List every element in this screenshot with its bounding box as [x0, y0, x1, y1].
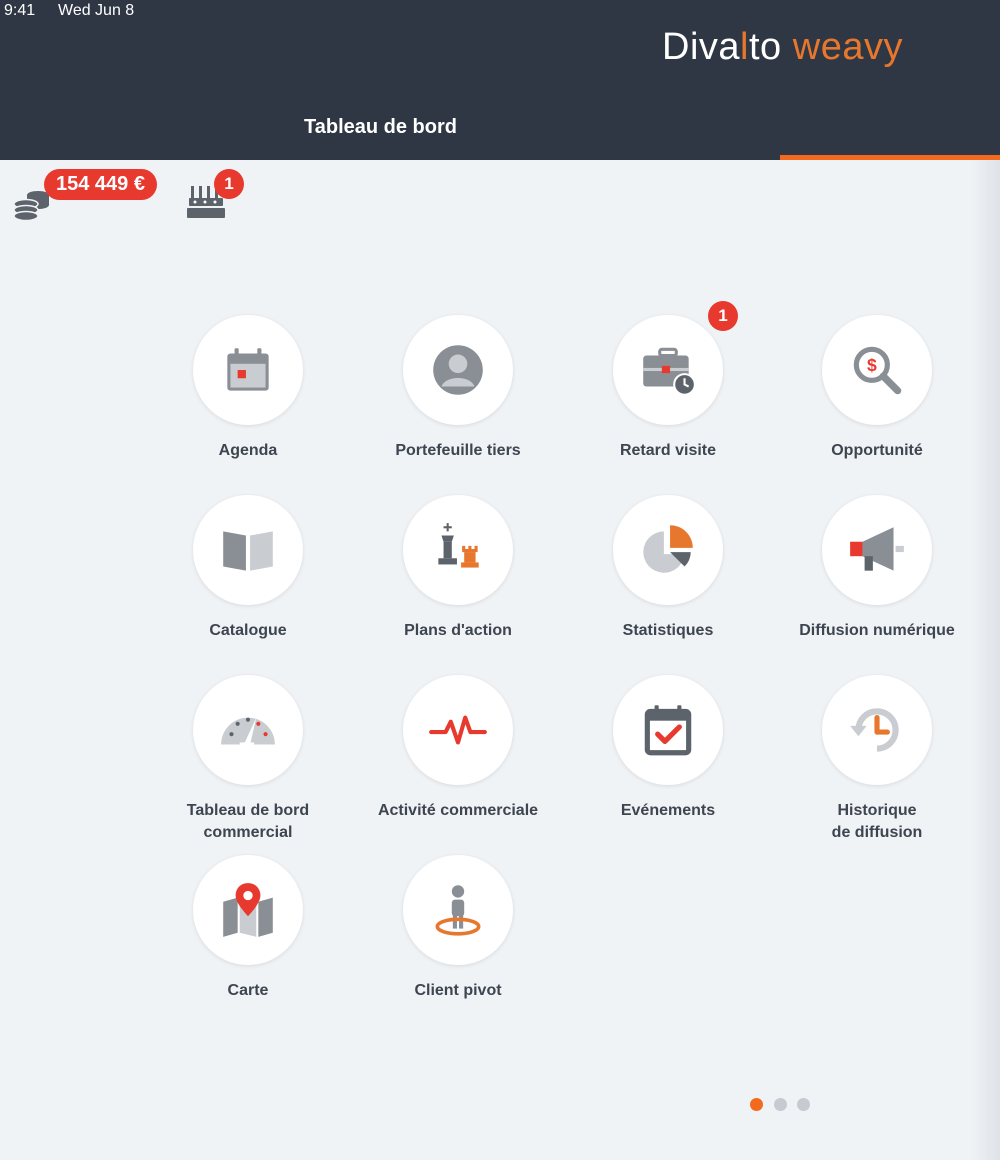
tile-label: Evénements — [620, 802, 716, 819]
tile-tableau-bord-commercial[interactable]: Tableau de bord commercial — [148, 675, 348, 845]
tile-label: Opportunité — [831, 442, 923, 459]
tile-label: Historique de diffusion — [831, 802, 923, 841]
page-dot-active[interactable] — [750, 1098, 763, 1111]
tile-client-pivot[interactable]: Client pivot — [358, 855, 558, 1025]
user-icon — [433, 345, 483, 395]
app-header: 9:41 Wed Jun 8 Divalto weavy Tableau de … — [0, 0, 1000, 160]
tile-retard-visite[interactable]: Retard visite — [568, 315, 768, 485]
retard-visite-badge: 1 — [708, 301, 738, 331]
tile-agenda[interactable]: Agenda — [148, 315, 348, 485]
map-pin-icon — [223, 883, 273, 937]
tile-diffusion-numerique[interactable]: Diffusion numérique — [777, 495, 977, 665]
tile-label: Carte — [227, 982, 269, 999]
megaphone-icon — [850, 527, 904, 571]
briefcase-clock-icon — [643, 347, 696, 396]
page-indicator[interactable] — [750, 1098, 820, 1112]
tile-plans-action[interactable]: Plans d'action — [358, 495, 558, 665]
svg-text:$: $ — [867, 355, 877, 375]
brand-logo: Divalto weavy — [662, 26, 903, 68]
tile-statistiques[interactable]: Statistiques — [568, 495, 768, 665]
page-dot[interactable] — [774, 1098, 787, 1111]
tile-label: Client pivot — [414, 982, 502, 999]
tile-opportunite[interactable]: $ Opportunité — [777, 315, 977, 485]
calendar-check-icon — [644, 705, 692, 756]
history-icon — [850, 708, 899, 752]
book-icon — [223, 531, 273, 571]
pie-chart-icon — [643, 525, 693, 573]
status-time: 9:41 — [4, 2, 36, 19]
pulse-icon — [429, 715, 487, 745]
calendar-icon — [227, 348, 269, 391]
person-pivot-icon — [435, 885, 481, 936]
tile-label: Portefeuille tiers — [395, 442, 521, 459]
tab-active-indicator — [780, 155, 1000, 160]
chess-icon — [438, 523, 479, 568]
birthday-badge[interactable]: 1 — [214, 169, 244, 199]
tile-catalogue[interactable]: Catalogue — [148, 495, 348, 665]
tile-carte[interactable]: Carte — [148, 855, 348, 1025]
dollar-search-icon: $ — [853, 346, 902, 395]
tile-label: Plans d'action — [404, 622, 512, 639]
tile-historique-diffusion[interactable]: Historique de diffusion — [777, 675, 977, 845]
revenue-badge[interactable]: 154 449 € — [44, 169, 157, 200]
tile-label: Statistiques — [622, 622, 714, 639]
tile-label: Agenda — [218, 442, 278, 459]
tile-label: Catalogue — [209, 622, 287, 639]
tile-label: Activité commerciale — [377, 802, 539, 819]
tile-label: Retard visite — [619, 442, 717, 459]
gauge-icon — [221, 717, 275, 746]
tile-label: Tableau de bord commercial — [186, 802, 310, 841]
tile-activite-commerciale[interactable]: Activité commerciale — [358, 675, 558, 845]
tab-dashboard[interactable]: Tableau de bord — [304, 116, 457, 139]
status-date: Wed Jun 8 — [58, 2, 135, 19]
tile-evenements[interactable]: Evénements — [568, 675, 768, 845]
page-dot[interactable] — [797, 1098, 810, 1111]
tile-portefeuille-tiers[interactable]: Portefeuille tiers — [358, 315, 558, 485]
tile-label: Diffusion numérique — [799, 622, 955, 639]
